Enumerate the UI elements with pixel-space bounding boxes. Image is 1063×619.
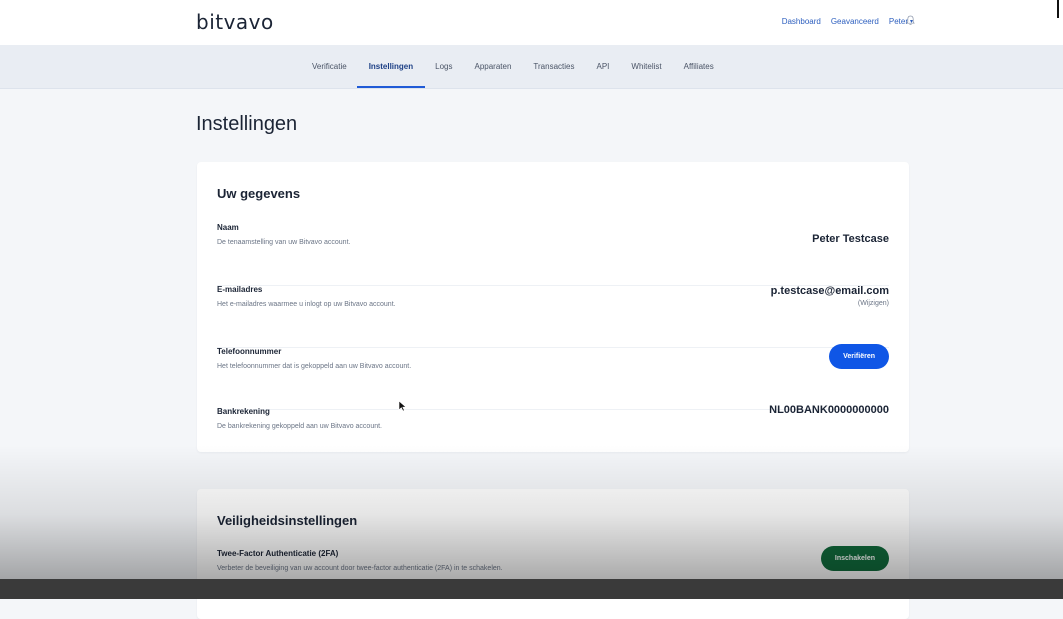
bank-label: Bankrekening xyxy=(217,407,270,416)
twofa-description: Verbeter de beveiliging van uw account d… xyxy=(217,565,503,572)
top-bar: bitvavo Dashboard Geavanceerd Peter ▾ xyxy=(0,0,1063,45)
mouse-cursor-icon xyxy=(398,400,407,412)
enable-2fa-button[interactable]: Inschakelen xyxy=(820,546,889,571)
nav-dashboard-link[interactable]: Dashboard xyxy=(782,17,821,26)
name-value: Peter Testcase xyxy=(812,233,889,245)
tab-transacties[interactable]: Transacties xyxy=(533,45,574,88)
email-description: Het e-mailadres waarmee u inlogt op uw B… xyxy=(217,301,396,308)
tab-instellingen[interactable]: Instellingen xyxy=(356,45,426,88)
bitvavo-logo[interactable]: bitvavo xyxy=(196,10,274,34)
tab-api[interactable]: API xyxy=(596,45,609,88)
bank-description: De bankrekening gekoppeld aan uw Bitvavo… xyxy=(217,423,382,430)
security-settings-card: Veiligheidsinstellingen Twee-Factor Auth… xyxy=(197,489,909,619)
name-row: Naam De tenaamstelling van uw Bitvavo ac… xyxy=(217,223,889,286)
email-row: E-mailadres Het e-mailadres waarmee u in… xyxy=(217,285,889,348)
card-title: Veiligheidsinstellingen xyxy=(217,513,358,528)
personal-details-card: Uw gegevens Naam De tenaamstelling van u… xyxy=(197,162,909,452)
bottom-bar xyxy=(0,579,1063,599)
card-title: Uw gegevens xyxy=(217,186,301,201)
tabs: Verificatie Instellingen Logs Apparaten … xyxy=(312,45,736,88)
bank-row: Bankrekening De bankrekening gekoppeld a… xyxy=(217,404,889,469)
bank-value: NL00BANK0000000000 xyxy=(769,404,889,416)
name-label: Naam xyxy=(217,223,239,232)
name-description: De tenaamstelling van uw Bitvavo account… xyxy=(217,239,351,246)
twofa-label: Twee-Factor Authenticatie (2FA) xyxy=(217,549,339,558)
top-nav: Dashboard Geavanceerd Peter ▾ xyxy=(782,17,913,26)
email-value: p.testcase@email.com xyxy=(770,285,889,297)
phone-label: Telefoonnummer xyxy=(217,347,282,356)
tab-affiliates[interactable]: Affiliates xyxy=(684,45,714,88)
tab-verificatie[interactable]: Verificatie xyxy=(312,45,347,88)
page-title: Instellingen xyxy=(196,113,298,135)
phone-row: Telefoonnummer Het telefoonnummer dat is… xyxy=(217,344,889,410)
tab-apparaten[interactable]: Apparaten xyxy=(475,45,512,88)
bell-icon[interactable] xyxy=(906,15,915,26)
email-label: E-mailadres xyxy=(217,285,263,294)
nav-advanced-link[interactable]: Geavanceerd xyxy=(831,17,879,26)
tab-whitelist[interactable]: Whitelist xyxy=(631,45,661,88)
verify-phone-button[interactable]: Verifiëren xyxy=(829,344,889,369)
settings-tab-bar: Verificatie Instellingen Logs Apparaten … xyxy=(0,45,1063,89)
tab-logs[interactable]: Logs xyxy=(435,45,452,88)
phone-description: Het telefoonnummer dat is gekoppeld aan … xyxy=(217,363,412,370)
email-change-link[interactable]: (Wijzigen) xyxy=(858,300,889,307)
scrollbar-thumb[interactable] xyxy=(1057,0,1059,18)
